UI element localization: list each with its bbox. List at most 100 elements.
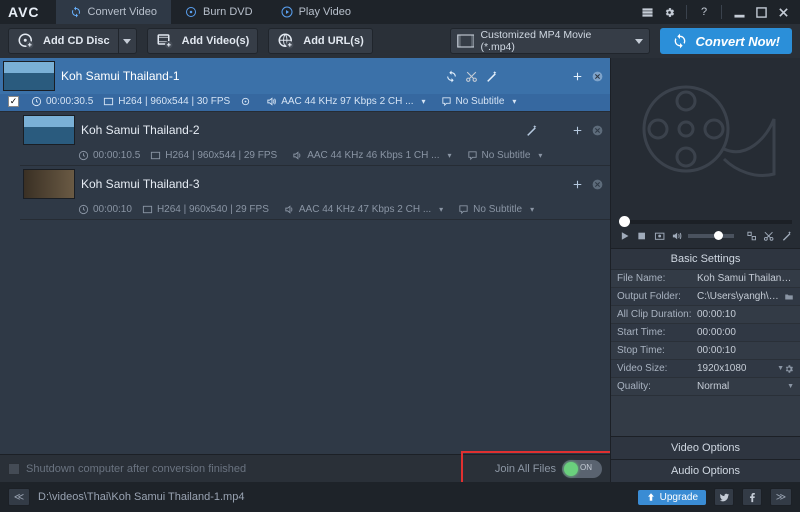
shutdown-checkbox[interactable] <box>8 463 20 475</box>
refresh-icon <box>445 70 458 83</box>
tab-convert-video[interactable]: Convert Video <box>56 0 172 24</box>
file-name-value[interactable]: Koh Samui Thailand-1 <box>697 273 794 284</box>
clip-audio-selector[interactable]: AAC 44 KHz 46 Kbps 1 CH ... <box>287 150 451 161</box>
setting-label: File Name: <box>617 273 697 284</box>
globe-add-icon <box>277 32 295 50</box>
clip-row[interactable]: Koh Samui Thailand-1 ✓ 00:00:30.5 H264 |… <box>0 58 610 112</box>
clip-checkbox[interactable]: ✓ <box>8 96 19 107</box>
chevron-down-icon[interactable]: ▼ <box>787 383 794 390</box>
effects-button[interactable] <box>524 123 538 137</box>
remove-clip-button[interactable] <box>590 177 604 191</box>
clip-playback-icon[interactable] <box>240 96 251 107</box>
next-button[interactable]: ≫ <box>770 488 792 506</box>
close-icon <box>778 7 789 18</box>
speaker-icon <box>292 150 303 161</box>
disc-icon <box>185 6 197 18</box>
gear-icon[interactable] <box>784 364 794 374</box>
add-clip-button[interactable] <box>570 177 584 191</box>
effects-button[interactable] <box>484 69 498 83</box>
right-panel: Basic Settings File Name:Koh Samui Thail… <box>610 58 800 482</box>
menu-icon <box>642 7 653 18</box>
close-button[interactable] <box>774 3 792 21</box>
clip-audio-selector[interactable]: AAC 44 KHz 97 Kbps 2 CH ... <box>261 96 425 107</box>
remove-clip-button[interactable] <box>590 123 604 137</box>
tab-burn-dvd[interactable]: Burn DVD <box>171 0 267 24</box>
folder-icon[interactable] <box>784 292 794 302</box>
snapshot-button[interactable] <box>654 230 665 242</box>
settings-button[interactable] <box>660 3 678 21</box>
chevron-down-icon <box>123 39 131 44</box>
format-label: Customized MP4 Movie (*.mp4) <box>480 29 628 53</box>
add-cd-disc-button[interactable]: Add CD Disc <box>8 28 137 54</box>
basic-settings-header: Basic Settings <box>611 248 800 270</box>
chevron-down-icon[interactable]: ▼ <box>777 365 784 372</box>
upgrade-button[interactable]: Upgrade <box>638 490 706 505</box>
app-logo: AVC <box>8 4 40 20</box>
scissors-icon <box>465 70 478 83</box>
close-circle-icon <box>591 124 604 137</box>
clip-video-info: H264 | 960x540 | 29 FPS <box>142 204 269 215</box>
twitter-button[interactable] <box>714 488 734 506</box>
clip-audio-selector[interactable]: AAC 44 KHz 47 Kbps 2 CH ... <box>279 204 443 215</box>
clock-icon <box>31 96 42 107</box>
cut-button[interactable] <box>763 230 774 242</box>
refresh-button[interactable] <box>444 69 458 83</box>
remove-clip-button[interactable] <box>590 69 604 83</box>
maximize-icon <box>756 7 767 18</box>
button-label: Add Video(s) <box>182 35 250 47</box>
chevron-down-icon <box>635 39 643 44</box>
plus-icon <box>571 178 584 191</box>
add-clip-button[interactable] <box>570 123 584 137</box>
start-time-value[interactable]: 00:00:00 <box>697 327 794 338</box>
minimize-button[interactable] <box>730 3 748 21</box>
effects-button[interactable] <box>781 230 792 242</box>
button-label: Add CD Disc <box>43 35 110 47</box>
stop-time-value[interactable]: 00:00:10 <box>697 345 794 356</box>
help-button[interactable]: ? <box>695 3 713 21</box>
close-circle-icon <box>591 178 604 191</box>
facebook-icon <box>747 492 758 503</box>
prev-button[interactable]: ≪ <box>8 488 30 506</box>
output-format-selector[interactable]: Customized MP4 Movie (*.mp4) <box>450 28 650 54</box>
toggle-state: ON <box>580 463 592 472</box>
quality-value[interactable]: Normal <box>697 381 783 392</box>
preview-scrubber[interactable] <box>619 220 792 224</box>
speaker-icon <box>266 96 277 107</box>
film-reel-icon <box>636 79 776 199</box>
add-videos-button[interactable]: Add Video(s) <box>147 28 259 54</box>
menu-button[interactable] <box>638 3 656 21</box>
volume-slider[interactable] <box>688 234 733 238</box>
audio-options-button[interactable]: Audio Options <box>611 459 800 482</box>
clip-row[interactable]: Koh Samui Thailand-2 00:00:10.5 H264 | 9… <box>20 112 610 166</box>
tab-play-video[interactable]: Play Video <box>267 0 365 24</box>
cut-button[interactable] <box>464 69 478 83</box>
stop-button[interactable] <box>636 230 647 242</box>
button-label: Convert Now! <box>696 34 781 49</box>
setting-label: All Clip Duration: <box>617 309 697 320</box>
clip-subtitle-selector[interactable]: No Subtitle <box>462 150 543 161</box>
add-urls-button[interactable]: Add URL(s) <box>268 28 373 54</box>
clip-subtitle-selector[interactable]: No Subtitle <box>436 96 517 107</box>
speaker-icon <box>284 204 295 215</box>
detach-button[interactable] <box>746 230 757 242</box>
clip-row[interactable]: Koh Samui Thailand-3 00:00:10 H264 | 960… <box>20 166 610 220</box>
join-files-toggle[interactable]: ON <box>562 460 602 478</box>
volume-button[interactable] <box>671 230 682 242</box>
plus-icon <box>571 124 584 137</box>
add-clip-button[interactable] <box>570 69 584 83</box>
clip-duration: 00:00:30.5 <box>31 96 93 107</box>
setting-label: Quality: <box>617 381 697 392</box>
tab-label: Play Video <box>299 6 351 18</box>
maximize-button[interactable] <box>752 3 770 21</box>
close-circle-icon <box>591 70 604 83</box>
refresh-icon <box>70 6 82 18</box>
play-button[interactable] <box>619 230 630 242</box>
facebook-button[interactable] <box>742 488 762 506</box>
subtitle-icon <box>458 204 469 215</box>
convert-now-button[interactable]: Convert Now! <box>660 28 793 54</box>
clip-duration: 00:00:10.5 <box>78 150 140 161</box>
clip-subtitle-selector[interactable]: No Subtitle <box>453 204 534 215</box>
video-size-value[interactable]: 1920x1080 <box>697 363 773 374</box>
video-options-button[interactable]: Video Options <box>611 436 800 459</box>
clock-icon <box>78 150 89 161</box>
